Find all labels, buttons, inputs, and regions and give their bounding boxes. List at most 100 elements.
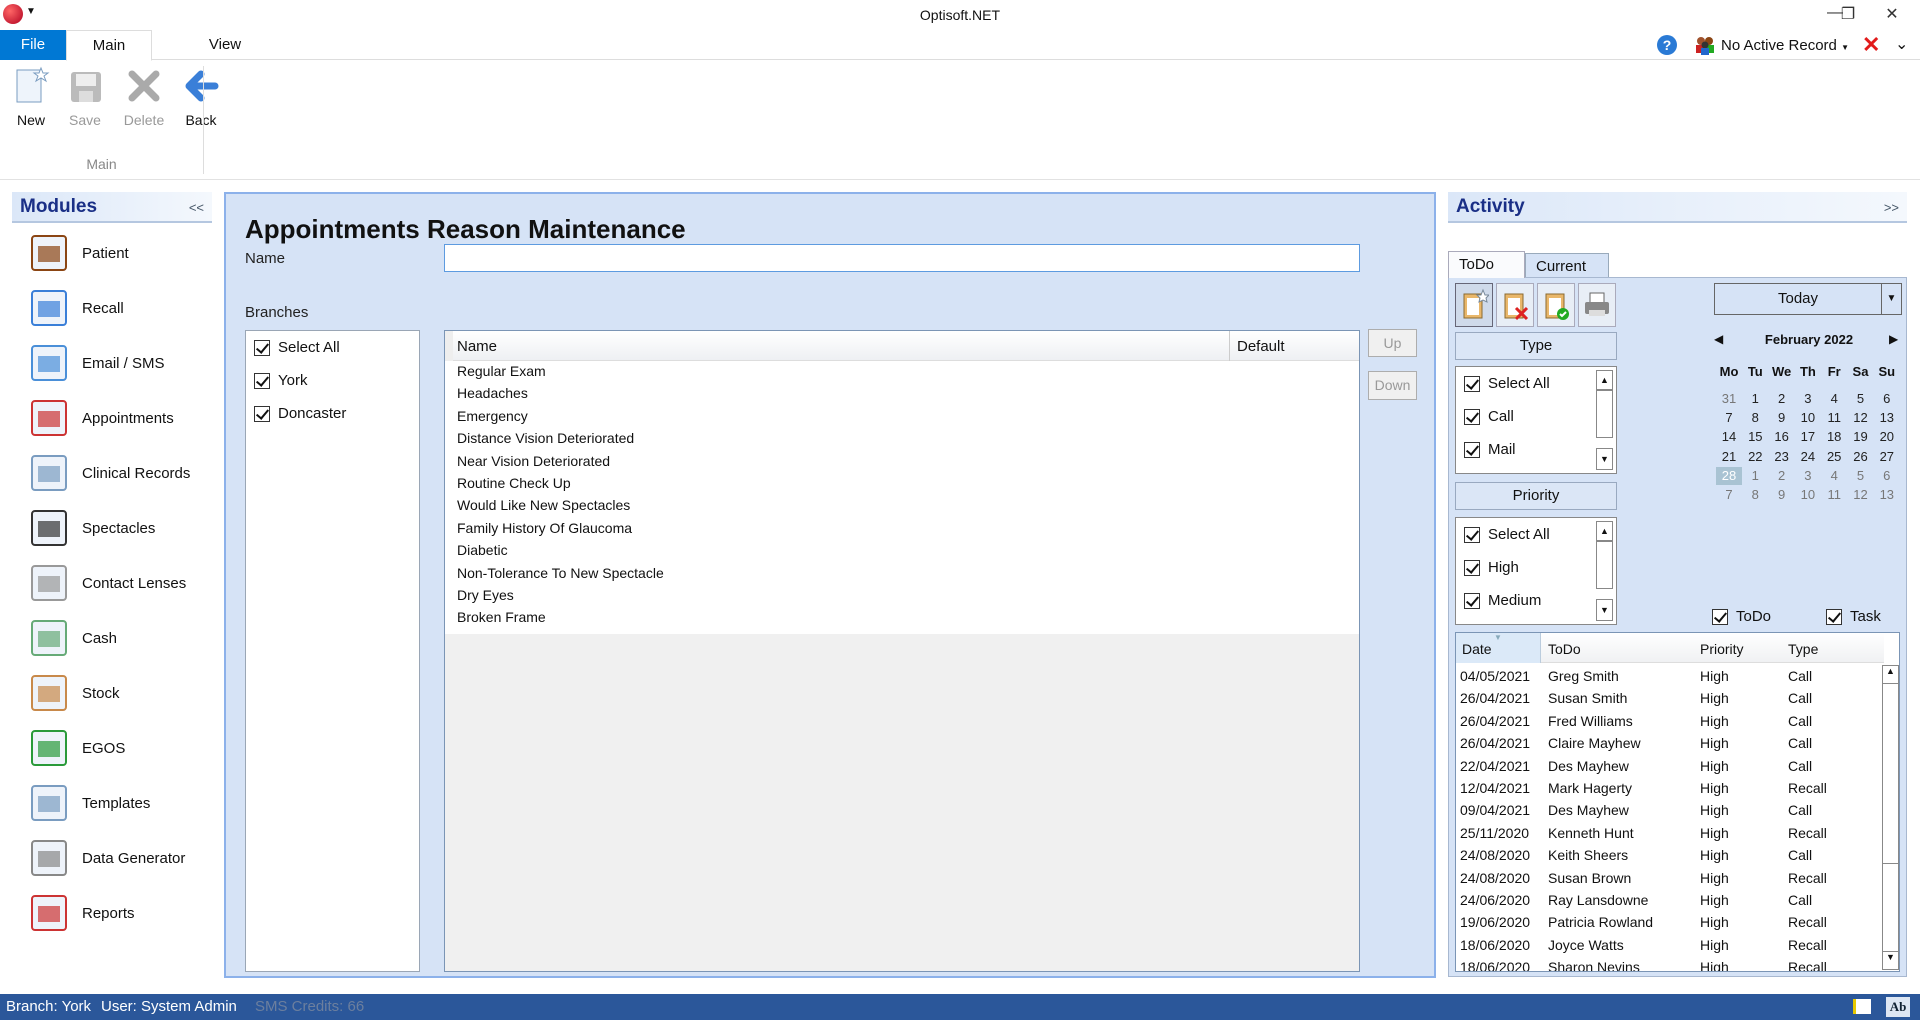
filter-checkbox[interactable]: Medium xyxy=(1464,592,1541,610)
expand-activity-button[interactable]: >> xyxy=(1884,200,1899,215)
new-todo-button[interactable] xyxy=(1455,283,1493,327)
down-button[interactable]: Down xyxy=(1368,371,1417,400)
up-button[interactable]: Up xyxy=(1368,329,1417,357)
module-egos[interactable]: EGOS xyxy=(28,727,208,777)
scroll-down-icon[interactable]: ▼ xyxy=(1596,599,1613,621)
module-contact-lenses[interactable]: Contact Lenses xyxy=(28,562,208,612)
calendar-day[interactable]: 31 xyxy=(1716,390,1742,408)
column-header-priority[interactable]: Priority xyxy=(1700,641,1744,657)
column-header-date[interactable]: Date xyxy=(1462,641,1492,657)
todo-row[interactable]: 24/08/2020 Keith Sheers High Call xyxy=(1456,845,1882,867)
calendar-day[interactable]: 7 xyxy=(1716,409,1742,427)
scroll-down-icon[interactable]: ▼ xyxy=(1596,448,1613,470)
calendar-day[interactable]: 12 xyxy=(1848,486,1874,504)
calendar-day[interactable]: 20 xyxy=(1874,428,1900,446)
calendar-day[interactable]: 1 xyxy=(1742,390,1768,408)
restore-button[interactable]: ❐ xyxy=(1833,4,1863,26)
tab-current[interactable]: Current xyxy=(1525,253,1609,278)
branch-checkbox[interactable]: Select All xyxy=(254,339,340,357)
calendar-day[interactable]: 28 xyxy=(1716,466,1742,485)
tab-main[interactable]: Main xyxy=(66,30,152,61)
column-header-todo[interactable]: ToDo xyxy=(1548,641,1581,657)
module-data-generator[interactable]: Data Generator xyxy=(28,837,208,887)
collapse-ribbon-icon[interactable]: ⌄ xyxy=(1895,34,1908,54)
scroll-thumb[interactable] xyxy=(1596,390,1613,438)
calendar-day[interactable]: 13 xyxy=(1874,409,1900,427)
prev-month-icon[interactable]: ◀ xyxy=(1714,332,1723,346)
table-row[interactable]: Dry Eyes xyxy=(457,587,514,603)
scroll-up-icon[interactable]: ▲ xyxy=(1596,521,1613,541)
active-record-dropdown[interactable]: No Active Record ▼ xyxy=(1721,37,1849,54)
column-header-default[interactable]: Default xyxy=(1237,338,1285,355)
module-email-sms[interactable]: Email / SMS xyxy=(28,342,208,392)
table-row[interactable]: Emergency xyxy=(457,408,528,424)
filter-checkbox[interactable]: Select All xyxy=(1464,526,1550,544)
calendar-day[interactable]: 21 xyxy=(1716,448,1742,466)
task-filter-checkbox[interactable]: Task xyxy=(1826,608,1881,626)
filter-checkbox[interactable]: Mail xyxy=(1464,441,1516,459)
today-button[interactable]: Today xyxy=(1714,283,1902,315)
column-header-name[interactable]: Name xyxy=(457,338,497,355)
todo-row[interactable]: 09/04/2021 Des Mayhew High Call xyxy=(1456,800,1882,822)
calendar-day[interactable]: 22 xyxy=(1742,448,1768,466)
calendar-day[interactable]: 25 xyxy=(1821,448,1847,466)
calendar-day[interactable]: 8 xyxy=(1742,409,1768,427)
todo-grid-scrollbar[interactable]: ▲ ▼ xyxy=(1882,665,1899,970)
calendar-day[interactable]: 12 xyxy=(1848,409,1874,427)
calendar-day[interactable]: 3 xyxy=(1795,467,1821,485)
todo-row[interactable]: 26/04/2021 Fred Williams High Call xyxy=(1456,711,1882,733)
calendar-day[interactable]: 3 xyxy=(1795,390,1821,408)
module-patient[interactable]: Patient xyxy=(28,232,208,282)
calendar-day[interactable]: 26 xyxy=(1848,448,1874,466)
calendar-day[interactable]: 13 xyxy=(1874,486,1900,504)
todo-row[interactable]: 12/04/2021 Mark Hagerty High Recall xyxy=(1456,778,1882,800)
todo-row[interactable]: 18/06/2020 Sharon Nevins High Recall xyxy=(1456,957,1882,971)
module-stock[interactable]: Stock xyxy=(28,672,208,722)
scroll-thumb[interactable] xyxy=(1596,541,1613,589)
todo-row[interactable]: 19/06/2020 Patricia Rowland High Recall xyxy=(1456,912,1882,934)
module-cash[interactable]: Cash xyxy=(28,617,208,667)
filter-checkbox[interactable]: Select All xyxy=(1464,375,1550,393)
filter-scrollbar[interactable]: ▲ ▼ xyxy=(1596,370,1613,470)
table-row[interactable]: Non-Tolerance To New Spectacle xyxy=(457,565,664,581)
table-row[interactable]: Would Like New Spectacles xyxy=(457,497,630,513)
calendar-day[interactable]: 15 xyxy=(1742,428,1768,446)
todo-filter-checkbox[interactable]: ToDo xyxy=(1712,608,1771,626)
calendar-day[interactable]: 18 xyxy=(1821,428,1847,446)
calendar-day[interactable]: 6 xyxy=(1874,390,1900,408)
todo-row[interactable]: 24/06/2020 Ray Lansdowne High Call xyxy=(1456,890,1882,912)
complete-todo-button[interactable] xyxy=(1537,283,1575,327)
todo-row[interactable]: 26/04/2021 Claire Mayhew High Call xyxy=(1456,733,1882,755)
module-reports[interactable]: Reports xyxy=(28,892,208,942)
calendar-day[interactable]: 16 xyxy=(1769,428,1795,446)
help-icon[interactable]: ? xyxy=(1657,35,1677,55)
calendar-day[interactable]: 5 xyxy=(1848,390,1874,408)
name-input[interactable] xyxy=(444,244,1360,272)
close-record-icon[interactable]: ✕ xyxy=(1862,32,1880,58)
todo-row[interactable]: 26/04/2021 Susan Smith High Call xyxy=(1456,688,1882,710)
calendar-day[interactable]: 9 xyxy=(1769,409,1795,427)
module-templates[interactable]: Templates xyxy=(28,782,208,832)
calendar-day[interactable]: 5 xyxy=(1848,467,1874,485)
close-window-button[interactable]: ✕ xyxy=(1877,4,1907,26)
table-row[interactable]: Family History Of Glaucoma xyxy=(457,520,632,536)
save-button[interactable]: Save xyxy=(60,66,110,128)
calendar-day[interactable]: 7 xyxy=(1716,486,1742,504)
table-row[interactable]: Routine Check Up xyxy=(457,475,571,491)
calendar-day[interactable]: 17 xyxy=(1795,428,1821,446)
branch-checkbox[interactable]: York xyxy=(254,372,307,390)
table-row[interactable]: Headaches xyxy=(457,385,528,401)
filter-scrollbar[interactable]: ▲ ▼ xyxy=(1596,521,1613,621)
spellcheck-icon[interactable]: Ab xyxy=(1886,997,1910,1017)
todo-row[interactable]: 25/11/2020 Kenneth Hunt High Recall xyxy=(1456,823,1882,845)
collapse-modules-button[interactable]: << xyxy=(189,200,204,215)
table-row[interactable]: Diabetic xyxy=(457,542,508,558)
calendar-day[interactable]: 4 xyxy=(1821,390,1847,408)
module-recall[interactable]: Recall xyxy=(28,287,208,337)
today-dropdown-icon[interactable]: ▼ xyxy=(1881,283,1902,315)
table-row[interactable]: Regular Exam xyxy=(457,363,546,379)
tab-view[interactable]: View xyxy=(190,30,260,60)
tab-todo[interactable]: ToDo xyxy=(1448,251,1525,278)
module-clinical-records[interactable]: Clinical Records xyxy=(28,452,208,502)
calendar-day[interactable]: 4 xyxy=(1821,467,1847,485)
